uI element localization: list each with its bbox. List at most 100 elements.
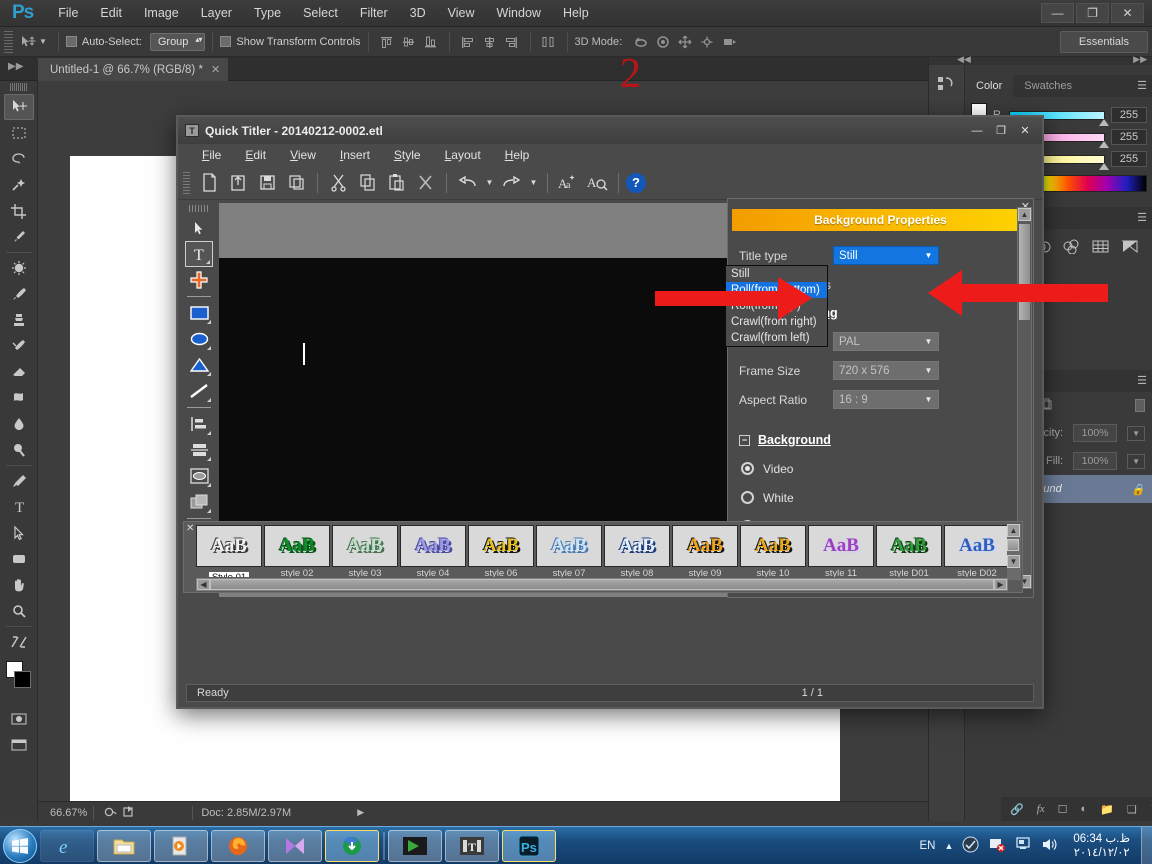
save-as-icon[interactable] bbox=[283, 170, 310, 196]
qt-close-button[interactable]: ✕ bbox=[1015, 122, 1035, 140]
background-section[interactable]: − Background bbox=[728, 426, 1033, 454]
type-tool[interactable]: T bbox=[4, 494, 34, 520]
status-icons[interactable] bbox=[93, 805, 136, 820]
style-cell[interactable]: AaB style D02 bbox=[944, 525, 1008, 577]
action-center-icon[interactable] bbox=[962, 836, 979, 856]
opacity-value[interactable]: 100% bbox=[1073, 424, 1118, 442]
flag-icon[interactable] bbox=[1015, 836, 1032, 856]
chevron-up-icon[interactable]: ▲ bbox=[944, 841, 953, 851]
toolbar-grip[interactable] bbox=[10, 83, 27, 91]
style-cell[interactable]: AaB Style 01 bbox=[196, 525, 262, 577]
align-left-edges-icon[interactable] bbox=[457, 32, 479, 52]
qt-minimize-button[interactable]: — bbox=[967, 122, 987, 140]
taskbar-clock[interactable]: ظ.ب 06:34 ٢٠١٤/١٢/٠٢ bbox=[1067, 832, 1130, 860]
link-layers-icon[interactable]: 🔗 bbox=[1010, 803, 1024, 816]
close-button[interactable]: ✕ bbox=[1111, 3, 1144, 23]
gallery-scroll-thumb[interactable] bbox=[1007, 539, 1019, 551]
filter-toggle[interactable] bbox=[1135, 399, 1145, 412]
dropdown-option[interactable]: Roll(from top) bbox=[726, 298, 827, 314]
dropdown-option[interactable]: Roll(from bottom) bbox=[726, 282, 827, 298]
radio-white[interactable] bbox=[741, 491, 754, 504]
r-value[interactable]: 255 bbox=[1111, 107, 1147, 123]
download-manager-icon[interactable] bbox=[325, 829, 379, 862]
photoshop-icon[interactable]: Ps bbox=[502, 829, 556, 862]
distribute-icon[interactable] bbox=[538, 32, 560, 52]
lasso-tool[interactable] bbox=[4, 146, 34, 172]
style-cell[interactable]: AaB style 02 bbox=[264, 525, 330, 577]
style-cell[interactable]: AaB style 09 bbox=[672, 525, 738, 577]
options-bar-grip[interactable] bbox=[4, 30, 13, 53]
style-gallery-strip[interactable]: AaBStyle 01AaBstyle 02AaBstyle 03AaBstyl… bbox=[196, 525, 1008, 577]
style-gallery[interactable]: ✕ AaBStyle 01AaBstyle 02AaBstyle 03AaBst… bbox=[183, 521, 1023, 593]
tab-swatches[interactable]: Swatches bbox=[1013, 75, 1083, 97]
quick-titler-toolbar[interactable]: ▼ ▼ Aa A ? bbox=[178, 166, 1042, 200]
line-tool[interactable] bbox=[185, 378, 213, 404]
opacity-chevron-down-icon[interactable]: ▼ bbox=[1127, 425, 1145, 441]
menu-type[interactable]: Type bbox=[243, 0, 292, 27]
zoom-level[interactable]: 66.67% bbox=[50, 807, 87, 819]
undo-icon[interactable] bbox=[454, 170, 481, 196]
qt-menu-style[interactable]: Style bbox=[382, 148, 433, 162]
qt-menu-layout[interactable]: Layout bbox=[433, 148, 493, 162]
eraser-tool[interactable] bbox=[4, 359, 34, 385]
title-type-dropdown[interactable]: Still ▼ bbox=[833, 246, 939, 265]
redo-chevron-down-icon[interactable]: ▼ bbox=[527, 170, 540, 196]
menu-window[interactable]: Window bbox=[485, 0, 551, 27]
add-mask-icon[interactable]: ☐ bbox=[1058, 803, 1068, 816]
3d-pan-icon[interactable] bbox=[674, 32, 696, 52]
media-player-icon[interactable] bbox=[154, 829, 208, 862]
g-value[interactable]: 255 bbox=[1111, 129, 1147, 145]
background-option-video[interactable]: Video bbox=[728, 454, 1033, 483]
new-group-icon[interactable]: 📁 bbox=[1100, 803, 1114, 816]
collapse-panels-icon[interactable]: ▶▶ bbox=[8, 61, 23, 72]
fill-value[interactable]: 100% bbox=[1073, 452, 1118, 470]
title-type-dropdown-list[interactable]: Still Roll(from bottom) Roll(from top) Craw… bbox=[725, 265, 828, 347]
tool-preset-chevron-icon[interactable]: ▼ bbox=[39, 37, 47, 46]
restore-button[interactable]: ❐ bbox=[1076, 3, 1109, 23]
internet-explorer-icon[interactable]: e bbox=[40, 829, 94, 862]
style-cell[interactable]: AaB style 08 bbox=[604, 525, 670, 577]
new-icon[interactable] bbox=[196, 170, 223, 196]
photoshop-menubar[interactable]: File Edit Image Layer Type Select Filter… bbox=[47, 0, 599, 26]
copy-icon[interactable] bbox=[354, 170, 381, 196]
crosshair-tool[interactable] bbox=[185, 267, 213, 293]
collapse-icon[interactable]: − bbox=[739, 434, 750, 446]
text-tool[interactable]: T bbox=[185, 241, 213, 267]
delete-icon[interactable] bbox=[412, 170, 439, 196]
menu-edit[interactable]: Edit bbox=[89, 0, 133, 27]
frame-size-row[interactable]: Frame Size 720 x 576 ▼ bbox=[728, 356, 1033, 385]
screen-mode-icon[interactable] bbox=[4, 732, 34, 758]
video-editor-icon[interactable] bbox=[268, 829, 322, 862]
menu-filter[interactable]: Filter bbox=[349, 0, 399, 27]
dropdown-option[interactable]: Crawl(from left) bbox=[726, 330, 827, 346]
spot-healing-brush-tool[interactable] bbox=[4, 255, 34, 281]
scroll-up-icon[interactable]: ▲ bbox=[1018, 208, 1031, 221]
path-selection-tool[interactable] bbox=[4, 520, 34, 546]
new-layer-icon[interactable]: ❏ bbox=[1127, 803, 1137, 816]
fill-chevron-down-icon[interactable]: ▼ bbox=[1127, 453, 1145, 469]
align-vertical-centers-icon[interactable] bbox=[398, 32, 420, 52]
menu-layer[interactable]: Layer bbox=[190, 0, 243, 27]
exposure-icon[interactable] bbox=[1062, 237, 1082, 255]
tool-column-grip[interactable] bbox=[189, 205, 209, 212]
quick-titler-titlebar[interactable]: T Quick Titler - 20140212-0002.etl — ❐ ✕ bbox=[178, 117, 1042, 144]
move-tool-icon[interactable] bbox=[17, 32, 39, 52]
show-transform-checkbox[interactable] bbox=[220, 36, 232, 47]
document-tab[interactable]: Untitled-1 @ 66.7% (RGB/8) * ✕ bbox=[38, 58, 229, 81]
style-thumbnail[interactable]: AaB bbox=[264, 525, 330, 567]
triangle-tool[interactable] bbox=[185, 352, 213, 378]
style-thumbnail[interactable]: AaB bbox=[196, 525, 262, 567]
menu-view[interactable]: View bbox=[437, 0, 486, 27]
show-desktop-button[interactable] bbox=[1141, 826, 1152, 864]
clone-stamp-tool[interactable] bbox=[4, 307, 34, 333]
style-thumbnail[interactable]: AaB bbox=[944, 525, 1008, 567]
color-panel-tabs[interactable]: Color Swatches ☰ bbox=[965, 75, 1152, 97]
style-cell[interactable]: AaB style 10 bbox=[740, 525, 806, 577]
quick-mask-toggle[interactable] bbox=[4, 629, 34, 655]
gallery-scroll-right-icon[interactable]: ▶ bbox=[994, 579, 1007, 590]
redo-icon[interactable] bbox=[498, 170, 525, 196]
style-cell[interactable]: AaB style 11 bbox=[808, 525, 874, 577]
gallery-scroll-up-icon[interactable]: ▲ bbox=[1007, 524, 1020, 537]
qt-menu-help[interactable]: Help bbox=[493, 148, 542, 162]
gallery-hscroll-thumb[interactable] bbox=[210, 579, 994, 590]
